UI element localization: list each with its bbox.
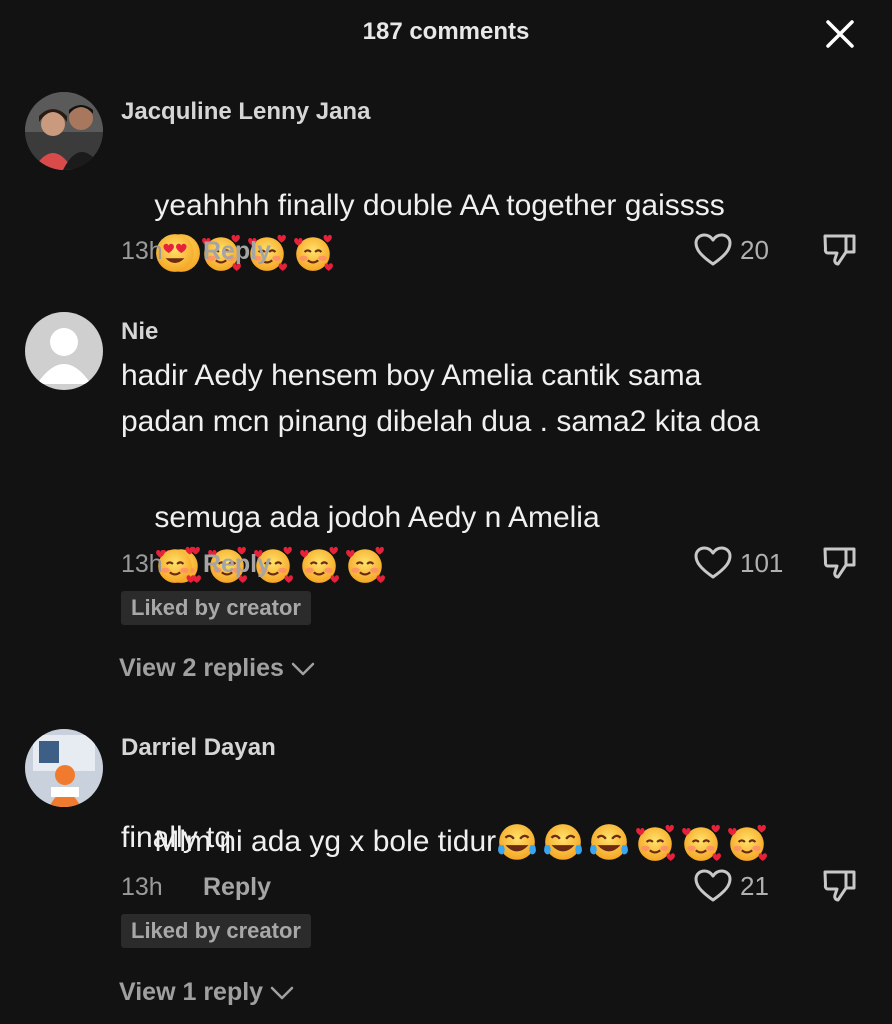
like-count: 101 (740, 547, 784, 578)
like-button[interactable]: 21 (694, 869, 769, 903)
comments-count-title: 187 comments (362, 18, 530, 45)
like-button[interactable]: 20 (694, 233, 769, 267)
avatar[interactable] (25, 729, 103, 807)
liked-by-creator-badge: Liked by creator (121, 591, 311, 625)
comment-timestamp: 13h (121, 873, 163, 901)
view-replies-button[interactable]: View 1 reply (119, 978, 295, 1007)
dislike-icon[interactable] (822, 545, 858, 581)
view-replies-label: View 1 reply (119, 978, 264, 1006)
reply-button[interactable]: Reply (203, 550, 271, 579)
dislike-icon[interactable] (822, 868, 858, 904)
dislike-icon[interactable] (822, 232, 858, 268)
chevron-down-icon (270, 986, 294, 999)
comment-meta: 13h Reply (121, 550, 271, 579)
reply-button[interactable]: Reply (203, 237, 271, 266)
comment-timestamp: 13h (121, 550, 163, 578)
heart-icon (694, 546, 732, 580)
comment-timestamp: 13h (121, 237, 163, 265)
avatar[interactable] (25, 92, 103, 170)
reply-button[interactable]: Reply (203, 873, 271, 902)
like-count: 20 (740, 234, 769, 265)
comment-text-line: padan mcn pinang dibelah dua . sama2 kit… (121, 405, 760, 438)
like-button[interactable]: 101 (694, 546, 783, 580)
like-count: 21 (740, 870, 769, 901)
avatar[interactable] (25, 312, 103, 390)
view-replies-label: View 2 replies (119, 654, 284, 682)
comment-text-line: hadir Aedy hensem boy Amelia cantik sama (121, 359, 702, 392)
comment-username[interactable]: Nie (121, 318, 158, 346)
close-icon[interactable] (822, 16, 858, 52)
view-replies-button[interactable]: View 2 replies (119, 654, 316, 683)
heart-icon (694, 233, 732, 267)
chevron-down-icon (291, 662, 315, 675)
comment-text-line: finally tq (121, 821, 232, 854)
comment-username[interactable]: Jacquline Lenny Jana (121, 98, 370, 126)
heart-icon (694, 869, 732, 903)
liked-by-creator-badge: Liked by creator (121, 914, 311, 948)
comment-meta: 13h Reply (121, 873, 271, 902)
smiling-face-with-hearts-emoji-icon (292, 232, 334, 274)
comment-meta: 13h Reply (121, 237, 271, 266)
comments-header: 187 comments (0, 0, 892, 68)
comment-username[interactable]: Darriel Dayan (121, 734, 276, 762)
